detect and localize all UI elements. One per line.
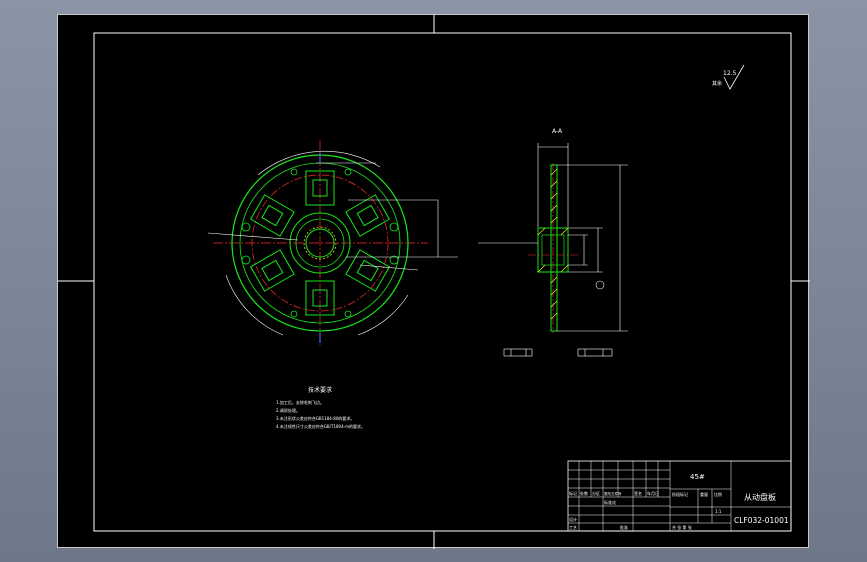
tb-label-date: 年月日	[647, 490, 659, 496]
svg-text:其余: 其余	[712, 80, 722, 87]
tb-label-design: 设计	[569, 516, 577, 522]
tb-label-weight: 重量	[700, 491, 708, 497]
tech-req-title: 技术要求	[308, 386, 332, 394]
tb-scale-value: 1:1	[715, 509, 722, 514]
tb-label-mark: 标记	[569, 490, 577, 496]
cad-viewport-background: 其余 12.5 A-A 技术要求 1.加工后，去除毛刺飞边。 2.调质处理。 3…	[0, 0, 867, 562]
tb-label-approve: 批准	[620, 524, 628, 530]
drawing-number: CLF032-01001	[734, 516, 789, 525]
tech-req-item-1: 1.加工后，去除毛刺飞边。	[276, 399, 324, 405]
tb-label-standard: 标准化	[604, 499, 616, 505]
roughness-symbol: 其余 12.5	[712, 64, 745, 90]
tech-req-item-2: 2.调质处理。	[276, 407, 300, 413]
drawing-sheet: 其余 12.5 A-A 技术要求 1.加工后，去除毛刺飞边。 2.调质处理。 3…	[57, 14, 810, 549]
technical-requirements: 技术要求 1.加工后，去除毛刺飞边。 2.调质处理。 3.未注形状公差应符合GB…	[276, 386, 365, 429]
part-name: 从动盘板	[744, 492, 776, 502]
tech-req-item-3: 3.未注形状公差应符合GB1184-80的要求。	[276, 415, 354, 421]
drawing-canvas: 其余 12.5 A-A 技术要求 1.加工后，去除毛刺飞边。 2.调质处理。 3…	[58, 15, 810, 549]
tb-label-signature: 签名	[634, 490, 642, 496]
tolerance-frames	[503, 348, 613, 357]
title-block: 标记 处数 分区 更改文件号 签名 年月日 设计 工艺 标准化 批准 阶段标记 …	[567, 460, 792, 532]
tb-label-change-doc: 更改文件号	[604, 491, 622, 496]
tb-label-scale: 比例	[714, 491, 722, 497]
angle-dim-arc-bottom-left	[225, 274, 284, 336]
section-view: A-A	[478, 128, 628, 357]
inner-border	[93, 32, 792, 532]
tb-sheet-info: 共 张 第 张	[672, 524, 692, 530]
tb-label-process: 工艺	[569, 525, 577, 530]
angle-dim-arc-bottom-right	[357, 294, 409, 336]
tb-label-count: 处数	[580, 490, 588, 496]
tech-req-item-4: 4.未注线性尺寸公差应符合GB/T1804-m的要求。	[276, 423, 365, 429]
tb-label-zone: 分区	[592, 490, 600, 496]
tb-label-stage: 阶段标记	[672, 491, 688, 497]
centering-marks	[58, 15, 810, 549]
front-view-disc	[207, 140, 458, 345]
svg-text:12.5: 12.5	[723, 70, 737, 77]
section-label: A-A	[552, 128, 563, 135]
material-text: 45#	[690, 473, 705, 481]
